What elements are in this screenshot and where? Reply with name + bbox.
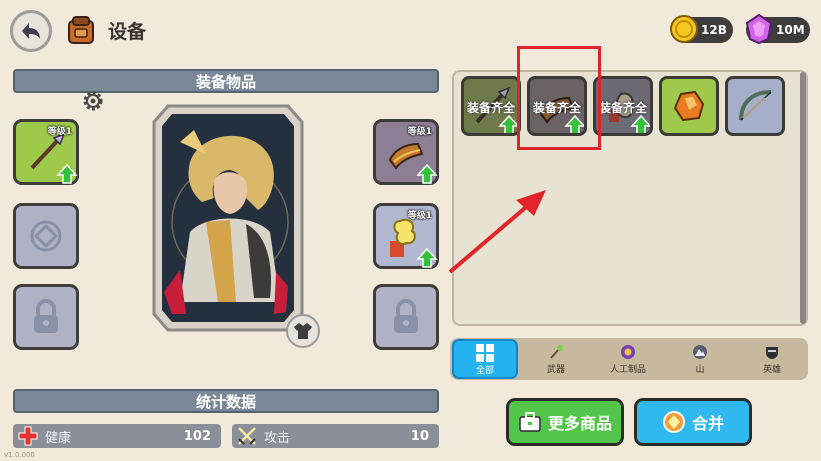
stats-banner-label: 统计数据 — [195, 392, 256, 411]
filter-tab-label: 全部 — [475, 365, 494, 376]
hero-portrait — [152, 104, 304, 332]
hero-icon — [766, 346, 778, 359]
more-goods-label: 更多商品 — [547, 414, 612, 433]
filter-tab-all[interactable]: 全部 — [452, 339, 518, 379]
filter-tab-label: 英雄 — [762, 364, 781, 375]
attack-label: 攻击 — [264, 430, 291, 446]
empty-slot-icon — [30, 220, 62, 252]
filter-tab-artifacts[interactable]: 人工制品 — [593, 338, 663, 380]
upgrade-arrow-icon — [416, 247, 438, 268]
upgrade-arrow-icon — [416, 163, 438, 184]
filter-tab-label: 人工制品 — [609, 364, 646, 375]
lock-icon — [34, 299, 58, 333]
health-value: 102 — [183, 428, 211, 444]
stats-banner: 统计数据 — [13, 389, 439, 413]
attack-value: 10 — [410, 428, 429, 444]
merge-button[interactable]: 合并 — [634, 398, 752, 446]
weapon-slot[interactable]: 等级1 — [13, 119, 79, 185]
locked-slot[interactable] — [373, 284, 439, 350]
gem-amount: 10M — [776, 23, 805, 37]
crossed-swords-icon — [238, 427, 256, 445]
grid-icon — [476, 343, 494, 362]
bow-icon — [739, 90, 772, 121]
backpack-icon — [68, 16, 94, 44]
locked-slot[interactable] — [13, 284, 79, 350]
staff-icon — [550, 344, 563, 359]
more-goods-button[interactable]: 更多商品 — [506, 398, 624, 446]
armor-slot[interactable]: 等级1 — [373, 119, 439, 185]
inventory-item[interactable] — [725, 76, 785, 136]
slot-level-label: 等级1 — [47, 127, 72, 137]
filter-tab-heroes[interactable]: 英雄 — [737, 338, 807, 380]
briefcase-icon — [519, 412, 541, 432]
filter-tab-mountain[interactable]: 山 — [665, 338, 735, 380]
inventory-scrollbar[interactable] — [800, 72, 806, 324]
inventory-item[interactable]: 装备齐全 — [593, 76, 653, 136]
coin-counter[interactable]: 12B — [670, 15, 733, 43]
slot-level-label: 等级1 — [407, 211, 432, 221]
inventory-item[interactable]: 装备齐全 — [461, 76, 521, 136]
lock-icon — [394, 299, 418, 333]
equipment-banner-label: 装备物品 — [195, 72, 256, 91]
slot-level-label: 等级1 — [407, 127, 432, 137]
page-title: 设备 — [108, 21, 147, 43]
empty-slot[interactable] — [13, 203, 79, 269]
upgrade-arrow-icon — [56, 163, 78, 184]
filter-tab-weapons[interactable]: 武器 — [521, 338, 591, 380]
coin-icon — [670, 15, 698, 43]
version-label: v1.0.000 — [4, 451, 35, 459]
accessory-slot[interactable]: 等级1 — [373, 203, 439, 269]
gear-icon[interactable] — [80, 88, 106, 114]
back-arrow-icon — [22, 23, 40, 39]
filter-tab-label: 山 — [695, 364, 705, 375]
stat-attack-row: 攻击 10 — [232, 424, 439, 448]
health-cross-icon — [18, 426, 38, 446]
gem-counter[interactable]: 10M — [745, 13, 810, 45]
health-label: 健康 — [45, 430, 72, 446]
highlight-annotation-box — [517, 46, 601, 150]
shirt-icon — [294, 323, 312, 339]
equipment-banner: 装备物品 — [13, 69, 439, 93]
pointer-arrow-icon — [448, 190, 546, 274]
artifact-icon — [621, 344, 635, 359]
upgrade-arrow-icon — [630, 114, 650, 133]
inventory-item[interactable] — [659, 76, 719, 136]
gem-icon — [745, 13, 773, 45]
ore-icon — [673, 90, 705, 122]
outfit-button[interactable] — [286, 314, 320, 348]
mountain-icon — [693, 344, 707, 359]
back-button[interactable] — [10, 10, 52, 52]
merge-label: 合并 — [691, 414, 724, 433]
coin-amount: 12B — [701, 23, 727, 37]
filter-tab-label: 武器 — [546, 364, 565, 375]
merge-gem-icon — [662, 411, 685, 433]
stat-health-row: 健康 102 — [13, 424, 221, 448]
